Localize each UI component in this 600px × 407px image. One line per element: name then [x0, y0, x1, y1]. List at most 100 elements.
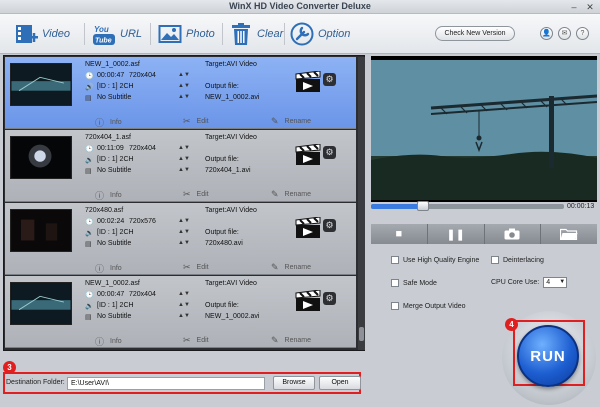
file-item[interactable]: 720x480.asf 🕒 00:02:24 720x576 ▲▼ 🔊 [ID …: [5, 203, 356, 275]
open-folder-button[interactable]: [541, 224, 597, 244]
rename-button[interactable]: ✎ Rename: [271, 262, 311, 273]
high-quality-checkbox[interactable]: [391, 256, 399, 264]
speaker-icon: 🔊: [85, 230, 94, 237]
rename-button[interactable]: ✎ Rename: [271, 189, 311, 200]
scissors-icon: ✂: [183, 116, 191, 126]
svg-text:Tube: Tube: [95, 38, 112, 45]
file-resolution: 720x404: [129, 291, 156, 298]
chevron-updown-icon[interactable]: ▲▼: [178, 167, 190, 173]
gear-icon[interactable]: ⚙: [323, 146, 336, 159]
merge-output-option[interactable]: Merge Output Video: [391, 302, 466, 310]
help-icon[interactable]: ?: [576, 27, 589, 40]
add-video-button[interactable]: Video: [14, 20, 70, 48]
trash-icon: [232, 23, 250, 45]
file-list-scrollbar[interactable]: [358, 57, 365, 350]
file-subtitle[interactable]: No Subtitle: [97, 94, 131, 101]
photo-label: Photo: [186, 28, 215, 40]
deinterlacing-checkbox[interactable]: [491, 256, 499, 264]
chevron-updown-icon[interactable]: ▲▼: [178, 72, 190, 78]
chevron-updown-icon[interactable]: ▲▼: [178, 302, 190, 308]
file-duration: 00:02:24: [97, 218, 125, 225]
safe-mode-option[interactable]: Safe Mode: [391, 279, 437, 287]
clapperboard-icon[interactable]: [295, 217, 321, 239]
output-file: 720x480.avi: [205, 240, 243, 247]
deinterlacing-option[interactable]: Deinterlacing: [491, 256, 544, 264]
chevron-updown-icon[interactable]: ▲▼: [178, 94, 190, 100]
progress-knob[interactable]: [417, 201, 430, 211]
info-button[interactable]: ⓘ Info: [95, 116, 122, 129]
deinterlacing-label: Deinterlacing: [503, 256, 544, 264]
info-button[interactable]: ⓘ Info: [95, 335, 122, 348]
rename-icon: ✎: [271, 262, 279, 272]
wrench-icon: [290, 22, 314, 46]
file-audio[interactable]: [ID : 1] 2CH: [97, 156, 134, 163]
clapperboard-icon[interactable]: [295, 290, 321, 312]
file-item[interactable]: NEW_1_0002.asf 🕒 00:00:47 720x404 ▲▼ 🔊 […: [5, 276, 356, 348]
chevron-updown-icon[interactable]: ▲▼: [178, 83, 190, 89]
minimize-button[interactable]: –: [568, 2, 580, 12]
chevron-updown-icon[interactable]: ▲▼: [178, 313, 190, 319]
gear-icon[interactable]: ⚙: [323, 292, 336, 305]
user-icon[interactable]: 👤: [540, 27, 553, 40]
gear-icon[interactable]: ⚙: [323, 73, 336, 86]
target-format: Target:AVI Video: [205, 61, 257, 68]
step-badge-4: 4: [505, 318, 518, 331]
video-thumbnail: [10, 63, 72, 106]
clear-label: Clear: [257, 28, 284, 40]
file-duration: 00:00:47: [97, 72, 125, 79]
open-button[interactable]: Open: [319, 376, 361, 390]
rename-button[interactable]: ✎ Rename: [271, 335, 311, 346]
file-subtitle[interactable]: No Subtitle: [97, 167, 131, 174]
cpu-core-select[interactable]: 4 ▼: [543, 277, 568, 288]
edit-button[interactable]: ✂ Edit: [183, 262, 209, 273]
merge-output-checkbox[interactable]: [391, 302, 399, 310]
file-item[interactable]: 720x404_1.asf 🕒 00:11:09 720x404 ▲▼ 🔊 [I…: [5, 130, 356, 202]
high-quality-engine-option[interactable]: Use High Quality Engine: [391, 256, 479, 264]
info-button[interactable]: ⓘ Info: [95, 189, 122, 202]
playback-progress[interactable]: [371, 201, 564, 211]
browse-button[interactable]: Browse: [273, 376, 315, 390]
safe-mode-checkbox[interactable]: [391, 279, 399, 287]
chevron-updown-icon[interactable]: ▲▼: [178, 291, 190, 297]
destination-bar: Destination Folder: E:\User\AVI\ Browse …: [3, 372, 361, 394]
clapperboard-icon[interactable]: [295, 71, 321, 93]
file-actions: ⓘ Info ✂ Edit ✎ Rename: [5, 115, 356, 129]
playback-controls: ■ ❚❚: [371, 224, 597, 244]
edit-button[interactable]: ✂ Edit: [183, 116, 209, 127]
add-url-button[interactable]: You Tube URL: [92, 20, 142, 48]
file-subtitle[interactable]: No Subtitle: [97, 313, 131, 320]
info-button[interactable]: ⓘ Info: [95, 262, 122, 275]
file-resolution: 720x404: [129, 72, 156, 79]
gear-icon[interactable]: ⚙: [323, 219, 336, 232]
chevron-updown-icon[interactable]: ▲▼: [178, 218, 190, 224]
check-new-version-button[interactable]: Check New Version: [435, 26, 515, 41]
file-audio[interactable]: [ID : 1] 2CH: [97, 302, 134, 309]
chevron-updown-icon[interactable]: ▲▼: [178, 145, 190, 151]
file-audio[interactable]: [ID : 1] 2CH: [97, 229, 134, 236]
chevron-updown-icon[interactable]: ▲▼: [178, 229, 190, 235]
file-item[interactable]: NEW_1_0002.asf 🕒 00:00:47 720x404 ▲▼ 🔊 […: [5, 57, 356, 129]
stop-button[interactable]: ■: [371, 224, 428, 244]
close-button[interactable]: ✕: [584, 2, 596, 12]
file-subtitle[interactable]: No Subtitle: [97, 240, 131, 247]
edit-button[interactable]: ✂ Edit: [183, 189, 209, 200]
scrollbar-thumb[interactable]: [359, 327, 364, 341]
clear-button[interactable]: Clear: [229, 20, 283, 48]
destination-path-input[interactable]: E:\User\AVI\: [67, 377, 265, 390]
rename-button[interactable]: ✎ Rename: [271, 116, 311, 127]
mail-icon[interactable]: ✉: [558, 27, 571, 40]
safe-mode-label: Safe Mode: [403, 279, 437, 287]
clapperboard-icon[interactable]: [295, 144, 321, 166]
chevron-updown-icon[interactable]: ▲▼: [178, 156, 190, 162]
chevron-updown-icon[interactable]: ▲▼: [178, 240, 190, 246]
run-button[interactable]: RUN: [517, 325, 579, 387]
add-photo-button[interactable]: Photo: [158, 20, 215, 48]
pause-button[interactable]: ❚❚: [428, 224, 485, 244]
option-button[interactable]: Option: [290, 20, 350, 48]
edit-button[interactable]: ✂ Edit: [183, 335, 209, 346]
folder-icon: [560, 228, 578, 240]
film-add-icon: [16, 25, 38, 43]
file-audio[interactable]: [ID : 1] 2CH: [97, 83, 134, 90]
snapshot-button[interactable]: [485, 224, 542, 244]
merge-output-label: Merge Output Video: [403, 302, 466, 310]
